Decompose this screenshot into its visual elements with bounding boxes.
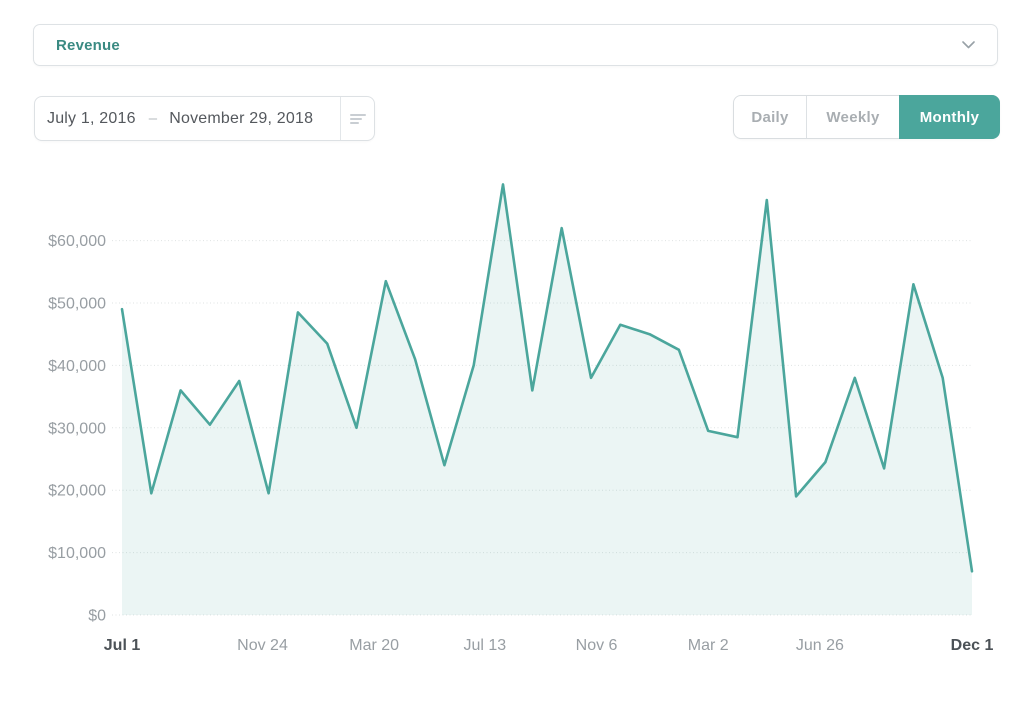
y-axis-tick-label: $20,000 — [48, 483, 106, 500]
x-axis-tick-label: Nov 24 — [237, 637, 288, 654]
metric-select[interactable]: Revenue — [33, 24, 998, 66]
toggle-monthly[interactable]: Monthly — [899, 95, 1000, 139]
y-axis-tick-label: $40,000 — [48, 358, 106, 375]
x-axis-tick-label: Jul 13 — [464, 637, 507, 654]
x-axis-tick-label: Mar 20 — [349, 637, 399, 654]
date-range-end: November 29, 2018 — [169, 110, 313, 128]
x-axis-tick-label: Nov 6 — [576, 637, 618, 654]
y-axis-tick-label: $30,000 — [48, 420, 106, 437]
y-axis-tick-label: $50,000 — [48, 296, 106, 313]
revenue-area — [122, 184, 972, 615]
date-range-text[interactable]: July 1, 2016 – November 29, 2018 — [35, 97, 340, 140]
x-axis-tick-label: Mar 2 — [688, 637, 729, 654]
chevron-down-icon — [962, 41, 975, 49]
x-axis-tick-label: Jul 1 — [104, 637, 141, 654]
metric-select-value: Revenue — [56, 37, 120, 54]
x-axis-tick-label: Jun 26 — [796, 637, 844, 654]
y-axis-tick-label: $0 — [88, 608, 106, 625]
toggle-daily[interactable]: Daily — [734, 96, 806, 138]
date-range-start: July 1, 2016 — [47, 110, 136, 128]
y-axis-tick-label: $10,000 — [48, 545, 106, 562]
date-range-presets-button[interactable] — [340, 97, 374, 140]
date-range-picker[interactable]: July 1, 2016 – November 29, 2018 — [34, 96, 375, 141]
filter-lines-icon — [350, 113, 366, 125]
y-axis-tick-label: $60,000 — [48, 233, 106, 250]
toggle-weekly[interactable]: Weekly — [806, 96, 899, 138]
interval-toggle: Daily Weekly Monthly — [733, 95, 1000, 139]
date-range-separator: – — [149, 110, 158, 127]
x-axis-tick-label: Dec 1 — [951, 637, 994, 654]
